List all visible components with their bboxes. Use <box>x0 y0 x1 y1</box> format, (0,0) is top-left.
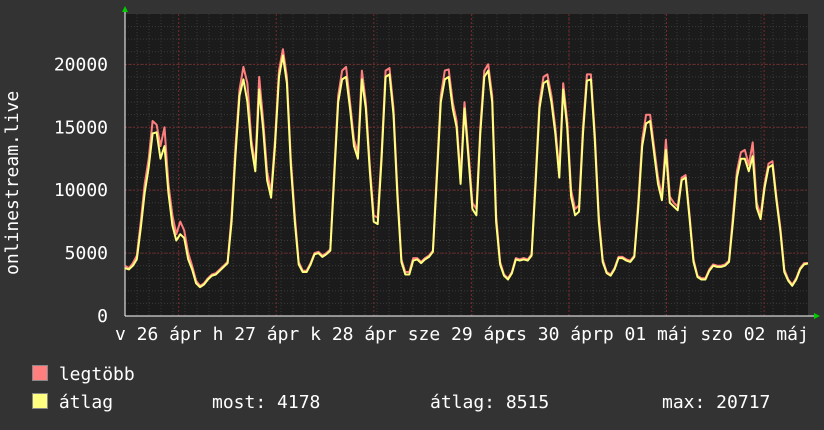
y-axis-arrow <box>122 6 128 12</box>
x-axis-arrow <box>814 313 820 319</box>
legend-swatch-avg <box>32 393 48 409</box>
y-tick-label: 15000 <box>54 117 108 138</box>
y-tick-label: 10000 <box>54 180 108 201</box>
stat-max: max: 20717 <box>662 392 771 413</box>
chart: 0 5000 10000 15000 20000 v 26 ápr h 27 ápr k 28… <box>54 6 820 345</box>
y-tick-label: 5000 <box>65 243 108 264</box>
legend-label-max: legtöbb <box>58 364 135 385</box>
y-tick-label: 20000 <box>54 54 108 75</box>
y-tick-label: 0 <box>97 306 108 327</box>
legend-item-avg: átlag <box>32 392 113 413</box>
x-tick-label: k 28 ápr <box>310 324 397 345</box>
y-axis-label: onlinestream.live <box>2 90 23 275</box>
x-tick-label: p 01 máj <box>603 324 690 345</box>
stat-average: átlag: 8515 <box>430 392 550 413</box>
x-tick-label: h 27 ápr <box>213 324 300 345</box>
legend-swatch-max <box>32 365 48 381</box>
x-tick-label: szo 02 máj <box>700 324 808 345</box>
legend-label-avg: átlag <box>58 392 114 413</box>
x-tick-label: v 26 ápr <box>115 324 202 345</box>
stat-current: most: 4178 <box>212 392 321 413</box>
legend-item-max: legtöbb <box>32 364 135 385</box>
x-tick-label: sze 29 ápr <box>408 324 517 345</box>
x-tick-label: cs 30 ápr <box>505 324 603 345</box>
